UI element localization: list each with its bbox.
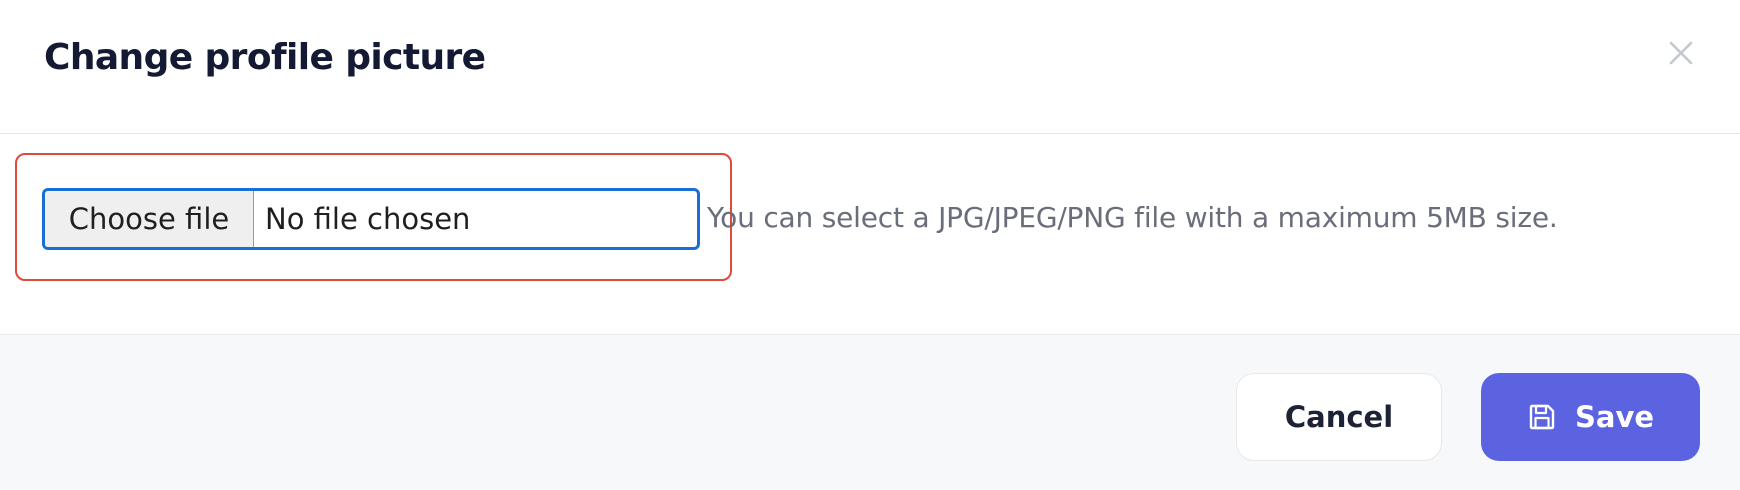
close-button[interactable]	[1664, 36, 1698, 70]
save-button-label: Save	[1574, 400, 1655, 434]
dialog-header: Change profile picture	[0, 0, 1740, 134]
dialog-body: Choose file No file chosen You can selec…	[0, 134, 1740, 334]
file-status-text: No file chosen	[265, 202, 471, 236]
floppy-disk-icon	[1527, 402, 1557, 432]
save-button[interactable]: Save	[1481, 373, 1700, 461]
dialog-title: Change profile picture	[44, 37, 486, 78]
close-icon	[1669, 41, 1693, 65]
dialog-footer: Cancel Save	[0, 334, 1740, 490]
change-profile-picture-dialog: Change profile picture Choose file No fi…	[0, 0, 1740, 490]
choose-file-button[interactable]: Choose file	[45, 191, 254, 247]
file-help-text: You can select a JPG/JPEG/PNG file with …	[707, 201, 1558, 234]
file-input[interactable]: Choose file No file chosen	[42, 188, 700, 250]
cancel-button[interactable]: Cancel	[1236, 373, 1442, 461]
cancel-button-label: Cancel	[1284, 400, 1394, 434]
